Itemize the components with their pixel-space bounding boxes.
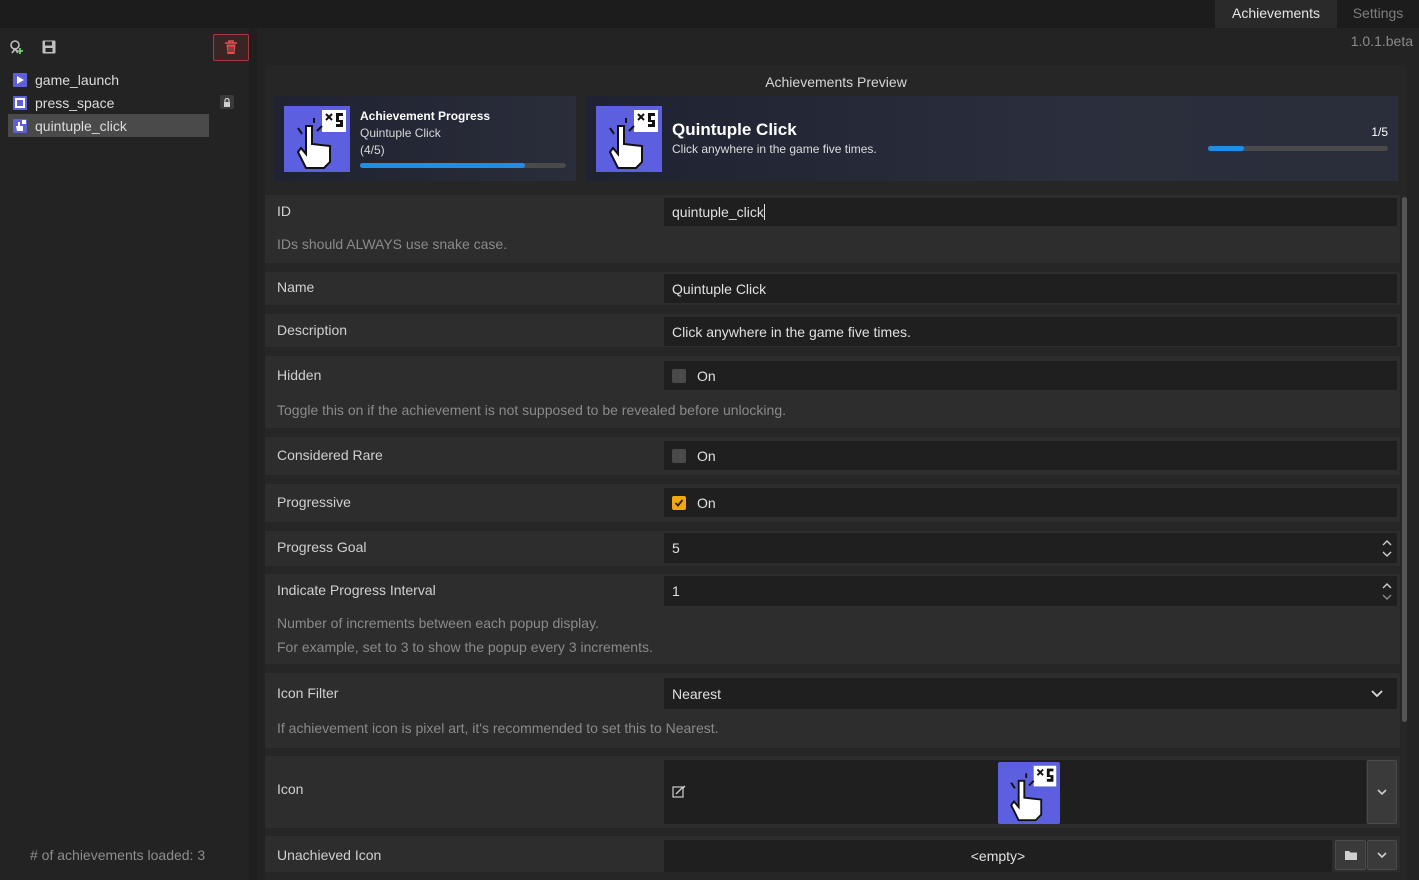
hand-click-icon bbox=[13, 118, 27, 133]
description-input[interactable]: Click anywhere in the game five times. bbox=[664, 317, 1397, 346]
icon-filter-help: If achievement icon is pixel art, it's r… bbox=[277, 720, 719, 736]
progress-card-count: (4/5) bbox=[360, 143, 385, 157]
checkmark-icon bbox=[672, 495, 686, 510]
achievement-unlock-card: Quintuple Click Click anywhere in the ga… bbox=[586, 96, 1398, 181]
add-achievement-button[interactable] bbox=[5, 36, 27, 58]
achievements-loaded-count: # of achievements loaded: 3 bbox=[30, 847, 206, 863]
icon-menu-button[interactable] bbox=[1367, 760, 1397, 824]
interval-row: Indicate Progress Interval 1 Number of i… bbox=[265, 574, 1400, 664]
lock-icon bbox=[220, 95, 234, 109]
unachieved-icon-picker[interactable]: <empty> bbox=[664, 840, 1332, 872]
list-item-game-launch[interactable]: game_launch bbox=[8, 68, 238, 91]
unlock-card-bar bbox=[1208, 146, 1388, 151]
delete-button[interactable] bbox=[213, 34, 249, 61]
spin-arrows-icon[interactable] bbox=[1381, 537, 1393, 559]
hidden-label: Hidden bbox=[277, 367, 322, 383]
text-cursor bbox=[763, 204, 765, 220]
play-icon bbox=[13, 72, 27, 87]
interval-help-line-2: For example, set to 3 to show the popup … bbox=[277, 639, 653, 655]
chevron-down-icon bbox=[1371, 690, 1383, 698]
unlock-card-bar-fill bbox=[1208, 146, 1244, 151]
id-input[interactable]: quintuple_click bbox=[664, 198, 1397, 226]
list-item-press-space[interactable]: press_space bbox=[8, 91, 238, 114]
version-label: 1.0.1.beta bbox=[1350, 33, 1413, 49]
chevron-down-icon bbox=[1377, 789, 1387, 796]
hidden-row: Hidden On Toggle this on if the achievem… bbox=[265, 356, 1400, 428]
id-input-value: quintuple_click bbox=[672, 204, 764, 220]
name-row: Name Quintuple Click bbox=[265, 272, 1400, 305]
hidden-checkbox-label: On bbox=[697, 367, 716, 384]
unachieved-icon-row: Unachieved Icon <empty> bbox=[265, 836, 1400, 872]
icon-filter-value: Nearest bbox=[672, 685, 722, 702]
list-item-label: game_launch bbox=[35, 71, 120, 88]
rare-row: Considered Rare On bbox=[265, 437, 1400, 475]
progress-card-bar bbox=[360, 163, 566, 168]
achievement-list: game_launch press_space quintuple_click bbox=[8, 68, 238, 137]
tab-settings[interactable]: Settings bbox=[1337, 0, 1419, 28]
icon-filter-dropdown[interactable]: Nearest bbox=[664, 678, 1397, 709]
icon-label: Icon bbox=[277, 781, 304, 797]
interval-label: Indicate Progress Interval bbox=[277, 582, 436, 598]
name-label: Name bbox=[277, 279, 315, 295]
name-input[interactable]: Quintuple Click bbox=[664, 274, 1397, 303]
unachieved-icon-label: Unachieved Icon bbox=[277, 847, 382, 863]
description-row: Description Click anywhere in the game f… bbox=[265, 314, 1400, 347]
icon-picker[interactable] bbox=[664, 760, 1366, 824]
hand-click-icon bbox=[596, 106, 662, 172]
id-label: ID bbox=[277, 203, 291, 219]
list-item-quintuple-click[interactable]: quintuple_click bbox=[8, 114, 209, 137]
texture-placeholder-icon bbox=[672, 785, 686, 798]
unachieved-icon-menu-button[interactable] bbox=[1367, 840, 1397, 870]
interval-spinbox[interactable]: 1 bbox=[664, 576, 1397, 606]
chevron-down-icon bbox=[1377, 852, 1387, 859]
icon-row: Icon bbox=[265, 756, 1400, 828]
icon-preview bbox=[998, 762, 1060, 824]
folder-icon bbox=[1344, 851, 1357, 860]
progress-goal-label: Progress Goal bbox=[277, 539, 367, 555]
hand-click-icon bbox=[284, 106, 350, 172]
progress-card-heading: Achievement Progress bbox=[360, 109, 491, 123]
interval-value: 1 bbox=[672, 583, 680, 599]
space-key-icon bbox=[13, 95, 27, 110]
progress-goal-value: 5 bbox=[672, 540, 680, 556]
rare-label: Considered Rare bbox=[277, 447, 383, 463]
spin-arrows-icon[interactable] bbox=[1381, 580, 1393, 602]
tab-achievements[interactable]: Achievements bbox=[1215, 0, 1337, 28]
icon-filter-label: Icon Filter bbox=[277, 685, 339, 701]
id-row: ID quintuple_click IDs should ALWAYS use… bbox=[265, 195, 1400, 263]
main-scrollbar[interactable] bbox=[1402, 197, 1407, 722]
unlock-card-count: 1/5 bbox=[1371, 125, 1388, 139]
list-item-label: press_space bbox=[35, 94, 115, 111]
id-help: IDs should ALWAYS use snake case. bbox=[277, 236, 508, 252]
open-file-button[interactable] bbox=[1335, 840, 1366, 870]
rare-checkbox-label: On bbox=[697, 447, 716, 464]
progress-goal-spinbox[interactable]: 5 bbox=[664, 533, 1397, 563]
preview-title: Achievements Preview bbox=[765, 74, 907, 90]
progress-card-name: Quintuple Click bbox=[360, 126, 441, 140]
add-achievement-icon bbox=[10, 40, 23, 54]
progress-goal-row: Progress Goal 5 bbox=[265, 531, 1400, 566]
sidebar-divider bbox=[249, 28, 257, 880]
progressive-label: Progressive bbox=[277, 494, 351, 510]
top-bar: Achievements Settings bbox=[0, 0, 1419, 28]
progressive-checkbox-label: On bbox=[697, 494, 716, 511]
trash-icon bbox=[225, 40, 237, 54]
hidden-checkbox[interactable]: On bbox=[664, 361, 1397, 390]
hidden-help: Toggle this on if the achievement is not… bbox=[277, 402, 786, 418]
unlock-card-name: Quintuple Click bbox=[672, 120, 797, 139]
progressive-row: Progressive On bbox=[265, 484, 1400, 522]
list-item-label: quintuple_click bbox=[35, 117, 127, 134]
unlock-card-description: Click anywhere in the game five times. bbox=[672, 142, 877, 156]
rare-checkbox[interactable]: On bbox=[664, 441, 1397, 470]
progress-card-bar-fill bbox=[360, 163, 525, 168]
hidden-checkbox-box bbox=[672, 368, 686, 383]
icon-filter-row: Icon Filter Nearest If achievement icon … bbox=[265, 673, 1400, 748]
progressive-checkbox[interactable]: On bbox=[664, 488, 1397, 517]
interval-help-line-1: Number of increments between each popup … bbox=[277, 615, 599, 631]
achievement-progress-card: Achievement Progress Quintuple Click (4/… bbox=[274, 96, 576, 181]
save-icon bbox=[42, 40, 56, 54]
description-label: Description bbox=[277, 322, 348, 338]
rare-checkbox-box bbox=[672, 448, 686, 463]
save-button[interactable] bbox=[38, 36, 60, 58]
